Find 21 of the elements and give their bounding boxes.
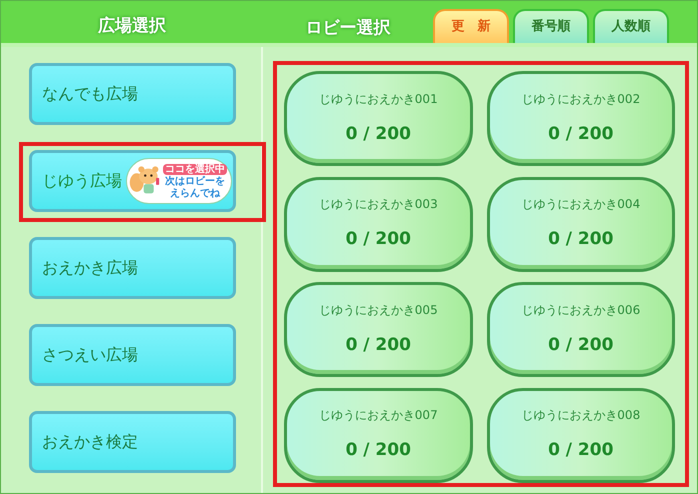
plaza-button[interactable]: じゆう広場 ココを選択中 次はロビーを えらんでね [29,150,236,212]
lobby-button[interactable]: じゆうにおえかき008 0 / 200 [486,388,675,482]
plaza-button[interactable]: おえかき検定 [29,411,236,473]
lobby-button[interactable]: じゆうにおえかき004 0 / 200 [486,176,675,272]
toolbar-tab[interactable]: 更 新 [433,9,509,43]
lobby-button[interactable]: じゆうにおえかき001 0 / 200 [284,71,472,166]
lobby-button[interactable]: じゆうにおえかき005 0 / 200 [284,282,472,377]
badge-title: ココを選択中 [163,164,227,174]
toolbar-tab[interactable]: 人数順 [593,9,669,43]
lobby-button[interactable]: じゆうにおえかき006 0 / 200 [486,282,675,377]
lobby-heading: ロビー選択 [306,16,390,40]
toolbar-tab[interactable]: 番号順 [513,9,589,43]
badge-hint: えらんでね [170,188,220,198]
plaza-heading: 広場選択 [98,14,166,38]
lobby-button[interactable]: じゆうにおえかき003 0 / 200 [284,176,472,272]
plaza-button[interactable]: おえかき広場 [29,237,236,299]
plaza-button[interactable]: さつえい広場 [29,324,236,386]
badge-hint: 次はロビーを [165,176,225,186]
lobby-button[interactable]: じゆうにおえかき007 0 / 200 [284,388,472,482]
lobby-button[interactable]: じゆうにおえかき002 0 / 200 [486,71,675,166]
plaza-button[interactable]: なんでも広場 [29,63,236,125]
